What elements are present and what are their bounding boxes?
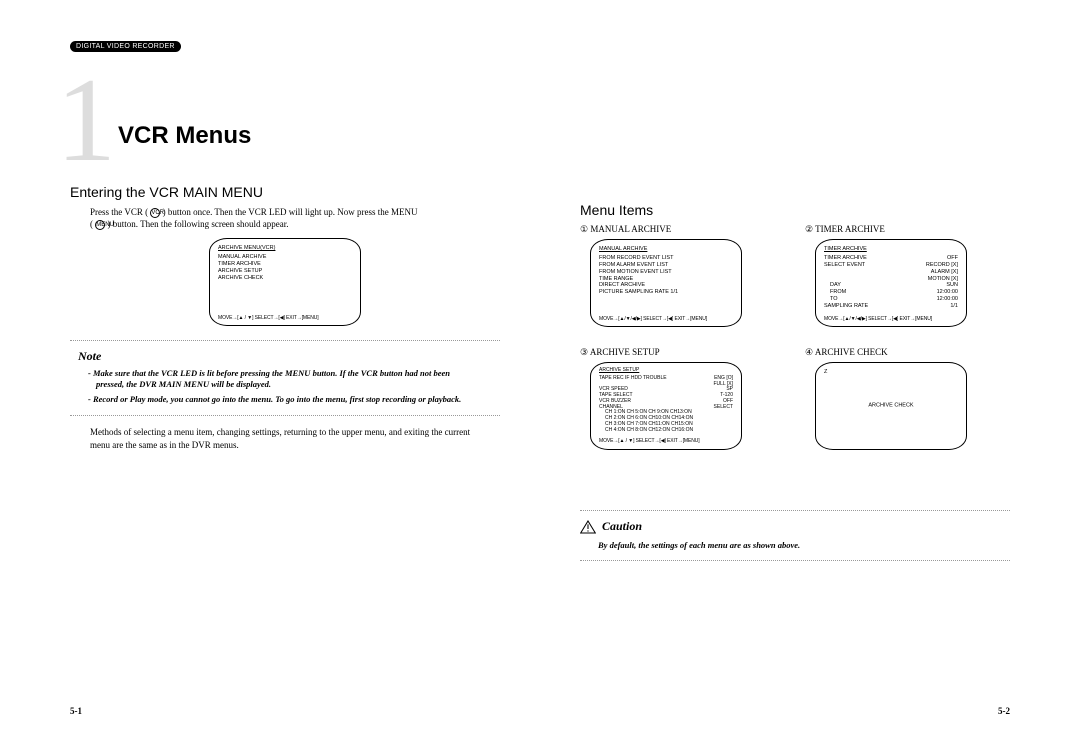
archive-check-screen: Z ARCHIVE CHECK xyxy=(815,362,967,450)
menu-item-manual-archive: ① MANUAL ARCHIVE MANUAL ARCHIVE FROM REC… xyxy=(580,224,785,327)
screen-row: TO12:00:00 xyxy=(824,296,958,303)
menu-button-icon: MENU xyxy=(95,220,105,230)
chapter-numeral: 1 xyxy=(56,60,116,180)
menu-number: ② xyxy=(805,224,813,234)
menu-name: TIMER ARCHIVE xyxy=(815,224,885,234)
screen-line: PICTURE SAMPLING RATE 1/1 xyxy=(599,289,733,296)
caution-title: Caution xyxy=(602,519,642,534)
screen-item: TIMER ARCHIVE xyxy=(218,261,352,268)
note-list: Make sure that the VCR LED is lit before… xyxy=(96,368,480,405)
screen-row: SAMPLING RATE1/1 xyxy=(824,303,958,310)
screen-line: FROM RECORD EVENT LIST xyxy=(599,255,733,262)
separator xyxy=(580,560,1010,561)
archive-menu-screen: ARCHIVE MENU(VCR) MANUAL ARCHIVE TIMER A… xyxy=(209,238,361,326)
intro-d: ) button. Then the following screen shou… xyxy=(108,219,289,229)
menu-items-grid: ① MANUAL ARCHIVE MANUAL ARCHIVE FROM REC… xyxy=(580,224,1010,450)
left-page: DIGITAL VIDEO RECORDER 1 VCR Menus Enter… xyxy=(30,30,540,720)
note-heading: Note xyxy=(78,349,500,364)
ch-line: CH 4:ON CH 8:ON CH12:ON CH16:ON xyxy=(599,428,733,434)
screen-title: TIMER ARCHIVE xyxy=(824,246,958,253)
menu-item-archive-check: ④ ARCHIVE CHECK Z ARCHIVE CHECK xyxy=(805,347,1010,450)
screen-title: ARCHIVE SETUP xyxy=(599,368,733,374)
screen-line: DIRECT ARCHIVE xyxy=(599,282,733,289)
vcr-button-icon: VCR xyxy=(150,208,160,218)
screen-footer: MOVE→[▲/▼/◀/▶] SELECT→[◀] EXIT→[MENU] xyxy=(824,316,958,322)
header-pill: DIGITAL VIDEO RECORDER xyxy=(70,41,181,52)
right-section-heading: Menu Items xyxy=(580,202,1010,218)
screen-footer: MOVE→[▲ / ▼] SELECT→[◀] EXIT→[MENU] xyxy=(218,315,352,321)
screen-item: ARCHIVE CHECK xyxy=(218,275,352,282)
intro-b: ) button once. Then the VCR LED will lig… xyxy=(163,207,418,217)
screen-line: TIME RANGE xyxy=(599,276,733,283)
menu-name: MANUAL ARCHIVE xyxy=(590,224,671,234)
chapter-title: VCR Menus xyxy=(118,122,500,150)
archive-setup-screen: ARCHIVE SETUP TAPE REC IF HDD TROUBLEENG… xyxy=(590,362,742,450)
screen-item: ARCHIVE SETUP xyxy=(218,268,352,275)
screen-row: TIMER ARCHIVEOFF xyxy=(824,255,958,262)
warning-icon xyxy=(580,520,596,534)
menu-label: ① MANUAL ARCHIVE xyxy=(580,224,785,235)
screen-row: FROM12:00:00 xyxy=(824,289,958,296)
separator xyxy=(580,510,1010,511)
screen-row: MOTION [X] xyxy=(824,276,958,283)
separator xyxy=(70,415,500,416)
screen-footer: MOVE→[▲/▼/◀/▶] SELECT→[◀] EXIT→[MENU] xyxy=(599,316,733,322)
screen-footer: MOVE→[▲ / ▼] SELECT→[◀] EXIT→[MENU] xyxy=(599,439,733,445)
menu-label: ② TIMER ARCHIVE xyxy=(805,224,1010,235)
menu-name: ARCHIVE CHECK xyxy=(815,347,888,357)
menu-name: ARCHIVE SETUP xyxy=(590,347,660,357)
menu-item-timer-archive: ② TIMER ARCHIVE TIMER ARCHIVE TIMER ARCH… xyxy=(805,224,1010,327)
screen-row: ALARM [X] xyxy=(824,269,958,276)
screen-line: FROM ALARM EVENT LIST xyxy=(599,262,733,269)
caution-heading: Caution xyxy=(580,519,1010,534)
left-section-heading: Entering the VCR MAIN MENU xyxy=(70,184,500,200)
menu-number: ④ xyxy=(805,347,813,357)
intro-a: Press the VCR ( xyxy=(90,207,148,217)
page-number-right: 5-2 xyxy=(998,706,1010,716)
screen-row: DAYSUN xyxy=(824,282,958,289)
screen-item: MANUAL ARCHIVE xyxy=(218,254,352,261)
note-item: Record or Play mode, you cannot go into … xyxy=(96,394,480,405)
separator xyxy=(70,340,500,341)
intro-c: ( xyxy=(90,219,93,229)
note-item: Make sure that the VCR LED is lit before… xyxy=(96,368,480,390)
menu-number: ① xyxy=(580,224,588,234)
center-label: ARCHIVE CHECK xyxy=(816,403,966,410)
page-number-left: 5-1 xyxy=(70,706,82,716)
screen-row: SELECT EVENTRECORD [X] xyxy=(824,262,958,269)
manual-archive-screen: MANUAL ARCHIVE FROM RECORD EVENT LIST FR… xyxy=(590,239,742,327)
right-page: Menu Items ① MANUAL ARCHIVE MANUAL ARCHI… xyxy=(540,30,1050,720)
caution-text: By default, the settings of each menu ar… xyxy=(598,540,1010,550)
menu-item-archive-setup: ③ ARCHIVE SETUP ARCHIVE SETUP TAPE REC I… xyxy=(580,347,785,450)
timer-archive-screen: TIMER ARCHIVE TIMER ARCHIVEOFF SELECT EV… xyxy=(815,239,967,327)
menu-number: ③ xyxy=(580,347,588,357)
methods-text: Methods of selecting a menu item, changi… xyxy=(90,426,490,450)
intro-text: Press the VCR ( VCR ) button once. Then … xyxy=(90,206,490,230)
caution-block: Caution By default, the settings of each… xyxy=(580,510,1010,561)
menu-label: ④ ARCHIVE CHECK xyxy=(805,347,1010,358)
screen-line: FROM MOTION EVENT LIST xyxy=(599,269,733,276)
screen-title: ARCHIVE MENU(VCR) xyxy=(218,245,352,252)
screen-title: MANUAL ARCHIVE xyxy=(599,246,733,253)
menu-label: ③ ARCHIVE SETUP xyxy=(580,347,785,358)
corner-z: Z xyxy=(824,369,958,376)
